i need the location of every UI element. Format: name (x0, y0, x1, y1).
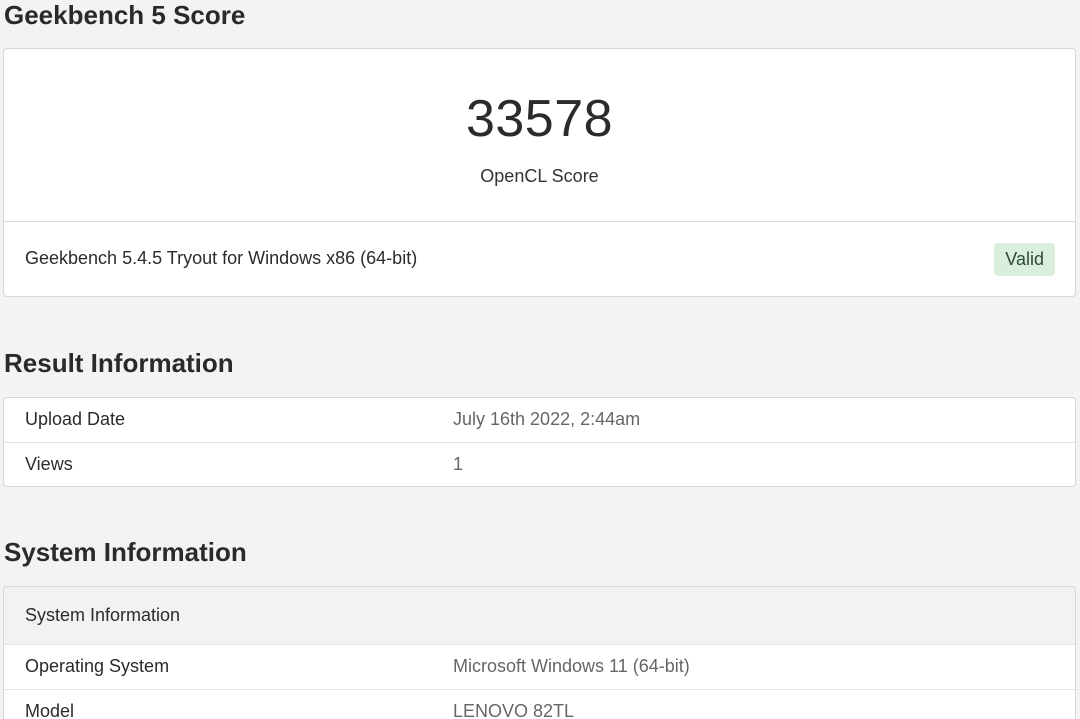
system-info-table: System Information Operating System Micr… (3, 586, 1076, 719)
system-info-table-header: System Information (4, 587, 1075, 645)
geekbench-version: Geekbench 5.4.5 Tryout for Windows x86 (… (25, 248, 418, 268)
views-label: Views (25, 454, 73, 474)
score-card: 33578 OpenCL Score Geekbench 5.4.5 Tryou… (3, 48, 1076, 297)
score-heading: Geekbench 5 Score (4, 0, 246, 30)
opencl-score-value: 33578 (465, 90, 614, 148)
operating-system-value: Microsoft Windows 11 (64-bit) (453, 656, 690, 676)
upload-date-value: July 16th 2022, 2:44am (453, 409, 641, 429)
version-row: Geekbench 5.4.5 Tryout for Windows x86 (… (4, 222, 1075, 296)
opencl-score-label: OpenCL Score (480, 166, 599, 186)
valid-badge: Valid (994, 243, 1055, 276)
table-row: Operating System Microsoft Windows 11 (6… (4, 645, 1075, 690)
system-info-heading: System Information (4, 537, 247, 567)
table-row: Model LENOVO 82TL (4, 690, 1075, 719)
table-row: Views 1 (4, 443, 1075, 486)
score-block: 33578 OpenCL Score (4, 49, 1075, 222)
system-info-table-title: System Information (25, 605, 181, 625)
page: Geekbench 5 Score 33578 OpenCL Score Gee… (0, 0, 1080, 719)
model-label: Model (25, 701, 75, 719)
result-info-heading: Result Information (4, 348, 234, 378)
operating-system-label: Operating System (25, 656, 170, 676)
model-value: LENOVO 82TL (453, 701, 575, 719)
table-row: Upload Date July 16th 2022, 2:44am (4, 398, 1075, 443)
result-info-table: Upload Date July 16th 2022, 2:44am Views… (3, 397, 1076, 487)
upload-date-label: Upload Date (25, 409, 126, 429)
views-value: 1 (453, 454, 464, 474)
